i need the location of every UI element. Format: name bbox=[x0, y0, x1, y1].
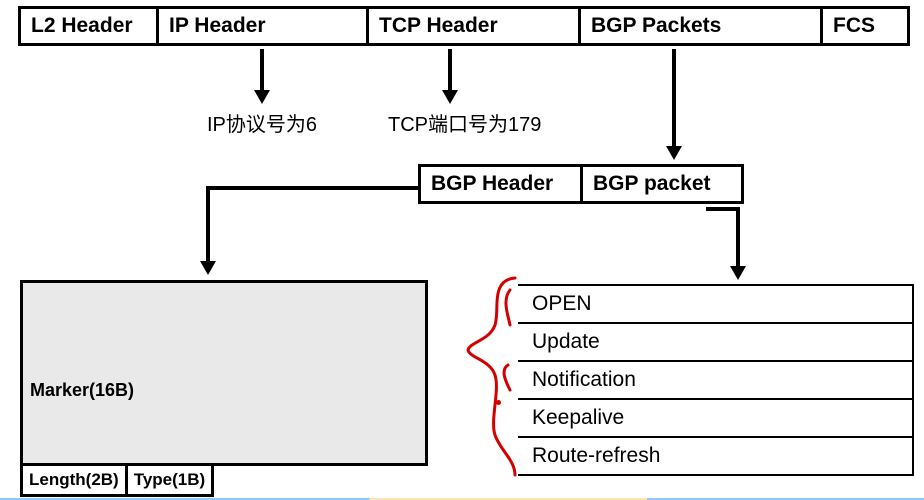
arrow-ip-head bbox=[254, 90, 270, 104]
cell-type: Type(1B) bbox=[125, 466, 214, 497]
arrow-bgppkt-h bbox=[706, 207, 740, 211]
arrow-bgp-head bbox=[666, 146, 682, 160]
arrow-bgppkt-v bbox=[736, 207, 740, 269]
red-dot bbox=[496, 400, 501, 405]
cell-bgp-packet: BGP packet bbox=[583, 167, 741, 201]
packet-item-open: OPEN bbox=[518, 286, 912, 324]
encapsulation-row: L2 Header IP Header TCP Header BGP Packe… bbox=[18, 6, 910, 46]
bgp-row: BGP Header BGP packet bbox=[418, 164, 744, 204]
annotation-tcp-port: TCP端口号为179 bbox=[388, 108, 541, 137]
packet-item-update: Update bbox=[518, 324, 912, 362]
label-marker: Marker(16B) bbox=[30, 380, 134, 401]
cell-ip-header: IP Header bbox=[159, 9, 369, 43]
arrow-bgphdr-v bbox=[206, 186, 210, 264]
arrow-ip-line bbox=[260, 49, 264, 93]
cell-tcp-header: TCP Header bbox=[369, 9, 581, 43]
arrow-bgphdr-h bbox=[206, 186, 418, 190]
red-brace-annotation bbox=[460, 270, 530, 500]
bgp-header-marker-box bbox=[20, 280, 428, 466]
length-type-row: Length(2B) Type(1B) bbox=[20, 466, 214, 497]
arrow-bgphdr-head bbox=[200, 261, 216, 275]
cell-bgp-header: BGP Header bbox=[421, 167, 583, 201]
cell-bgp-packets: BGP Packets bbox=[581, 9, 823, 43]
cell-length: Length(2B) bbox=[20, 466, 125, 497]
packet-type-list: OPEN Update Notification Keepalive Route… bbox=[518, 284, 914, 476]
arrow-bgppkt-head bbox=[730, 266, 746, 280]
arrow-tcp-head bbox=[442, 90, 458, 104]
arrow-tcp-line bbox=[448, 49, 452, 93]
packet-item-notification: Notification bbox=[518, 362, 912, 400]
cell-fcs: FCS bbox=[823, 9, 907, 43]
packet-item-route-refresh: Route-refresh bbox=[518, 438, 912, 476]
packet-item-keepalive: Keepalive bbox=[518, 400, 912, 438]
annotation-ip-proto: IP协议号为6 bbox=[207, 108, 317, 137]
cell-l2-header: L2 Header bbox=[21, 9, 159, 43]
arrow-bgp-line bbox=[672, 49, 676, 149]
